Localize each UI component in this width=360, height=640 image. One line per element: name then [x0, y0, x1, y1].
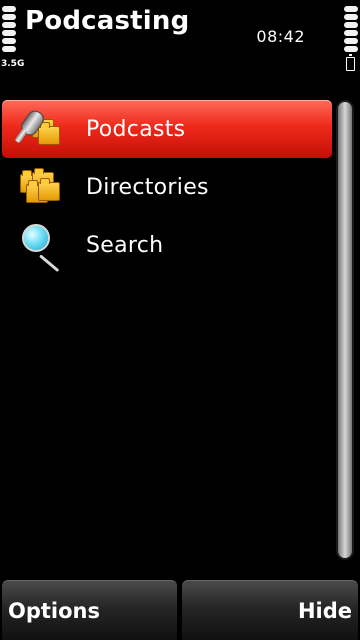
- clock: 08:42: [256, 27, 305, 46]
- menu-item-directories[interactable]: Directories: [2, 158, 332, 216]
- app-title: Podcasting: [25, 6, 190, 36]
- menu-list: Podcasts Directories Search: [0, 100, 336, 274]
- status-bar: Podcasting 08:42 3.5G: [0, 0, 360, 84]
- battery-level-icon: [344, 6, 358, 54]
- scrollbar-thumb[interactable]: [338, 102, 352, 558]
- network-type-label: 3.5G: [1, 59, 25, 69]
- folders-icon: [2, 158, 60, 216]
- menu-item-label: Podcasts: [86, 116, 186, 142]
- options-softkey[interactable]: Options: [2, 580, 177, 640]
- menu-item-label: Search: [86, 232, 164, 258]
- menu-item-search[interactable]: Search: [2, 216, 332, 274]
- signal-strength-icon: [2, 6, 16, 54]
- options-label: Options: [8, 598, 100, 623]
- menu-item-podcasts[interactable]: Podcasts: [2, 100, 332, 158]
- scrollbar[interactable]: [336, 100, 354, 560]
- menu-item-label: Directories: [86, 174, 209, 200]
- magnifier-icon: [2, 216, 60, 274]
- battery-icon: [346, 54, 355, 71]
- podcast-folder-icon: [2, 100, 60, 158]
- hide-label: Hide: [297, 598, 352, 623]
- hide-softkey[interactable]: Hide: [182, 580, 358, 640]
